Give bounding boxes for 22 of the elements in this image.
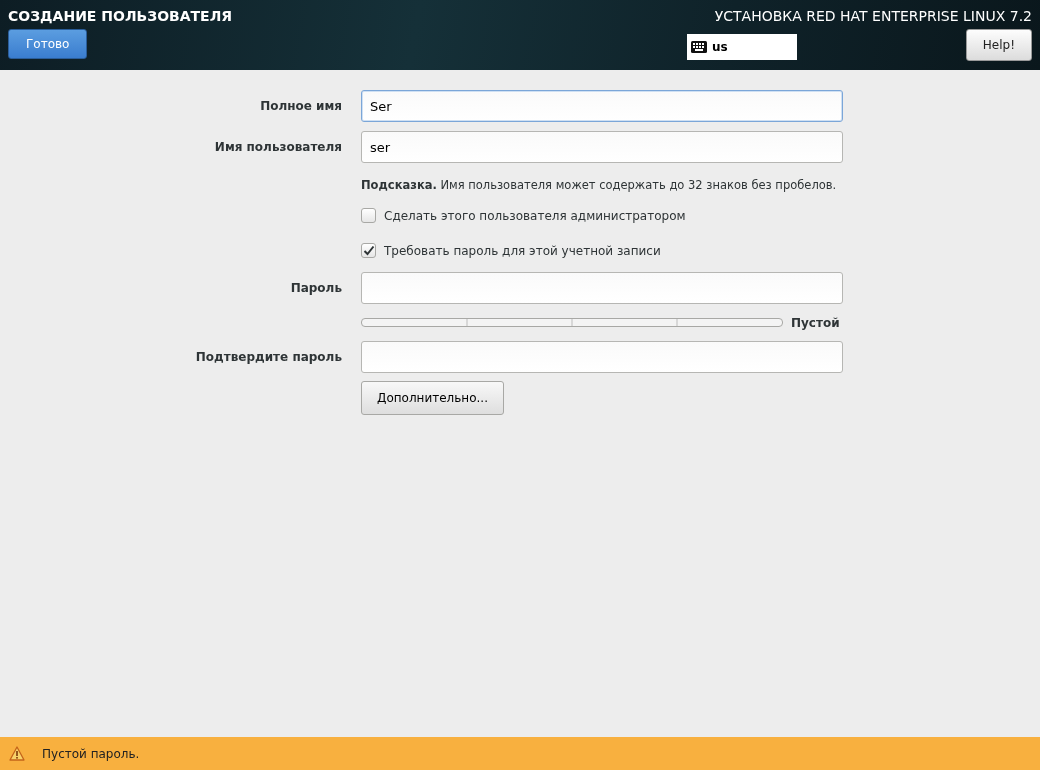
checkbox[interactable]	[361, 243, 376, 258]
status-message: Пустой пароль.	[42, 745, 140, 763]
checkbox[interactable]	[361, 208, 376, 223]
advanced-button[interactable]: Дополнительно...	[361, 380, 504, 415]
warning-icon	[9, 746, 25, 761]
hint-text: Подсказка. Имя пользователя может содержать до 32 знаков без пробелов.	[361, 177, 837, 194]
field-label: Подтвердите пароль	[194, 348, 342, 366]
window-title: СОЗДАНИЕ ПОЛЬЗОВАТЕЛЯ	[8, 7, 233, 26]
keyboard-layout-indicator[interactable]: us	[687, 34, 797, 60]
text-field[interactable]: Ser	[361, 90, 843, 122]
field-label: Пароль	[289, 279, 342, 297]
strength-reading: Пустой	[791, 314, 840, 332]
help-button[interactable]: Help!	[965, 29, 1032, 61]
checkbox-label[interactable]: Требовать пароль для этой учетной записи	[384, 241, 661, 260]
text-field[interactable]: ser	[361, 131, 843, 163]
field-label: Полное имя	[259, 98, 342, 115]
product-title: УСТАНОВКА RED HAT ENTERPRISE LINUX 7.2	[714, 7, 1032, 26]
password-field[interactable]	[361, 340, 843, 373]
field-label: Имя пользователя	[213, 139, 342, 156]
password-field[interactable]	[361, 271, 843, 304]
keyboard-icon	[691, 41, 707, 53]
checkbox-label[interactable]: Сделать этого пользователя администратором	[384, 206, 686, 225]
